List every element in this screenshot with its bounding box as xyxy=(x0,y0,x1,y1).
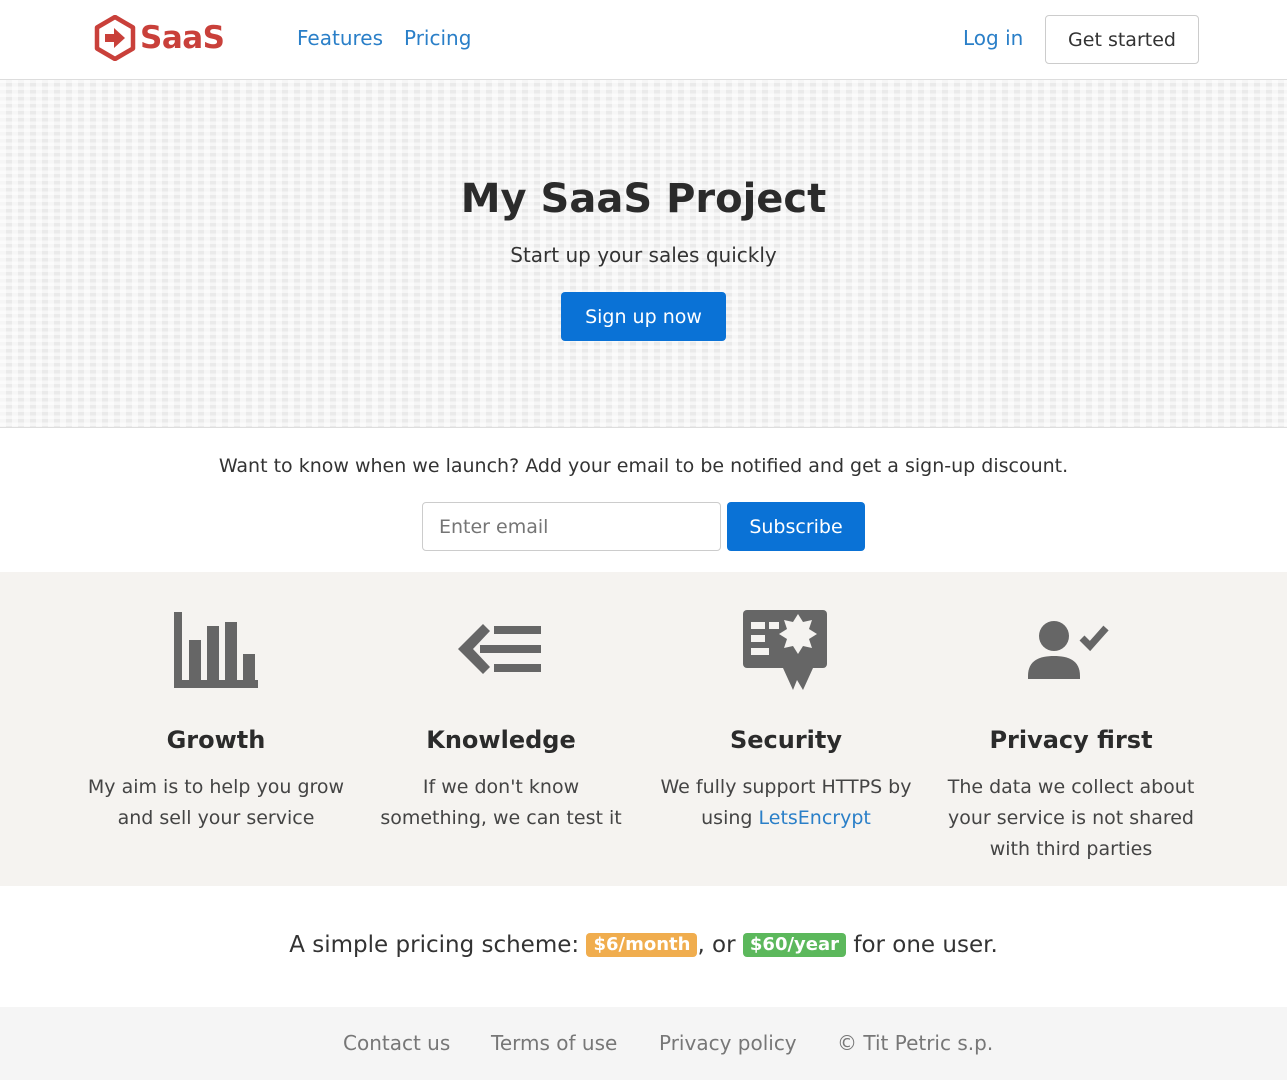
feature-description: My aim is to help you grow and sell your… xyxy=(87,776,345,829)
sign-up-button[interactable]: Sign up now xyxy=(561,292,726,341)
monthly-price-badge: $6/month xyxy=(586,933,698,957)
feature-description: We fully support HTTPS by using LetsEncr… xyxy=(656,772,916,834)
brand-logo[interactable]: SaaS xyxy=(94,15,225,61)
subscribe-text: Want to know when we launch? Add your em… xyxy=(218,455,1069,477)
footer-link-terms[interactable]: Terms of use xyxy=(491,1031,617,1055)
feature-title: Privacy first xyxy=(989,726,1153,754)
footer: Contact us Terms of use Privacy policy ©… xyxy=(0,1007,1287,1080)
hexagon-arrow-icon xyxy=(94,15,136,61)
user-check-icon xyxy=(1028,621,1109,679)
yearly-price-badge: $60/year xyxy=(742,933,847,957)
letsencrypt-link[interactable]: LetsEncrypt xyxy=(759,807,871,829)
pricing-suffix: for one user. xyxy=(846,932,998,958)
email-input[interactable] xyxy=(422,502,721,551)
hero-subtitle: Start up your sales quickly xyxy=(510,243,777,267)
hero-title: My SaaS Project xyxy=(460,176,827,222)
footer-link-contact[interactable]: Contact us xyxy=(343,1031,450,1055)
arrow-list-icon xyxy=(458,624,541,674)
get-started-button[interactable]: Get started xyxy=(1045,15,1199,64)
brand-name: SaaS xyxy=(140,20,225,56)
pricing-line: A simple pricing scheme: $6/month, or $6… xyxy=(0,932,1287,958)
hero-section: My SaaS Project Start up your sales quic… xyxy=(0,80,1287,428)
footer-copyright: © Tit Petric s.p. xyxy=(837,1031,994,1055)
pricing-middle: , or xyxy=(697,932,743,958)
features-section: Growth My aim is to help you grow and se… xyxy=(0,572,1287,886)
feature-title: Security xyxy=(729,726,843,754)
subscribe-button[interactable]: Subscribe xyxy=(727,502,865,551)
footer-link-privacy[interactable]: Privacy policy xyxy=(659,1031,797,1055)
certificate-icon xyxy=(743,610,827,690)
nav-link-features[interactable]: Features xyxy=(297,26,383,50)
nav-link-pricing[interactable]: Pricing xyxy=(404,26,471,50)
feature-description: The data we collect about your service i… xyxy=(947,776,1195,860)
login-link[interactable]: Log in xyxy=(963,26,1023,50)
bar-chart-icon xyxy=(174,612,258,688)
feature-title: Growth xyxy=(166,726,266,754)
feature-title: Knowledge xyxy=(426,726,576,754)
top-navbar: SaaS Features Pricing Log in Get started xyxy=(0,0,1287,80)
pricing-prefix: A simple pricing scheme: xyxy=(289,932,587,958)
feature-description: If we don't know something, we can test … xyxy=(380,776,622,829)
